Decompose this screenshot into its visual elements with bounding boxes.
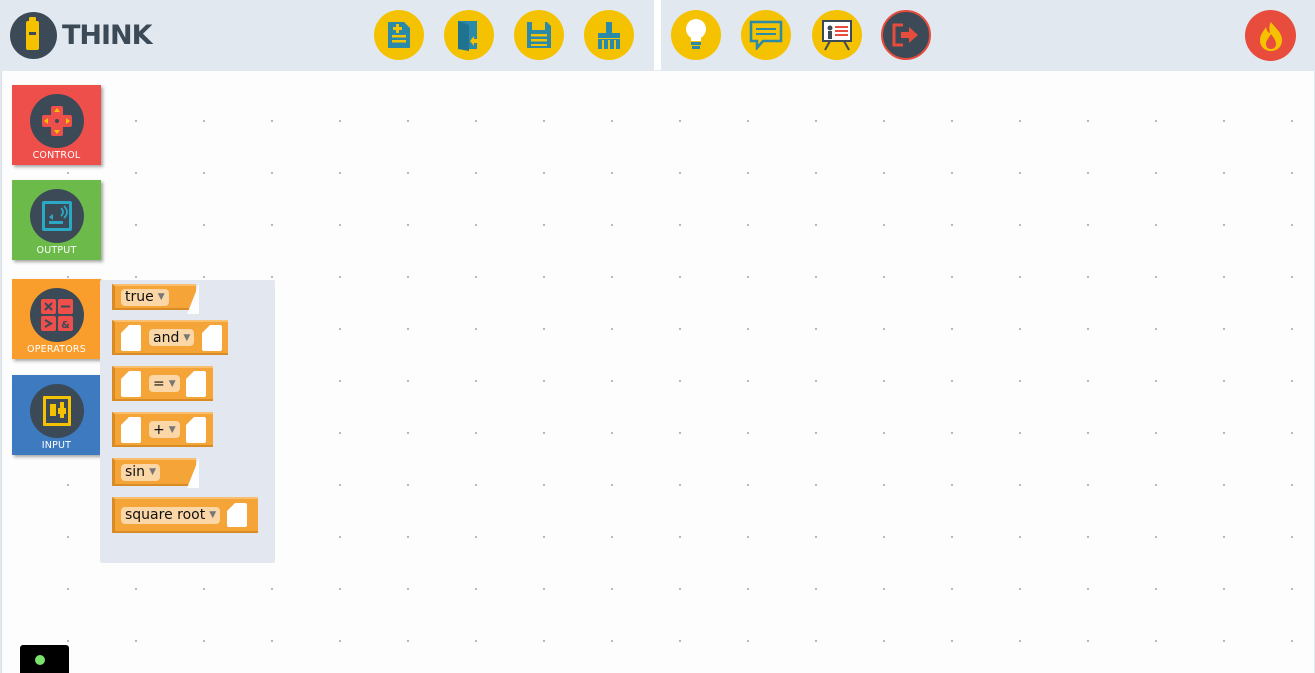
broom-icon xyxy=(598,22,620,49)
lightbulb-icon xyxy=(686,19,706,49)
status-indicator-icon xyxy=(35,655,45,665)
dropdown-arrow-icon: ▼ xyxy=(183,332,191,343)
save-icon xyxy=(527,22,551,48)
input-slot[interactable] xyxy=(185,370,206,397)
fire-button[interactable] xyxy=(1245,10,1296,61)
category-label: OPERATORS xyxy=(27,344,86,355)
open-file-button[interactable] xyxy=(444,10,494,60)
block-square-root[interactable]: square root ▼ xyxy=(112,497,258,533)
trig-fn: sin xyxy=(125,464,146,480)
input-slot[interactable] xyxy=(185,416,206,443)
input-slot[interactable] xyxy=(121,416,141,443)
dropdown-arrow-icon: ▼ xyxy=(209,510,217,520)
chat-button[interactable] xyxy=(741,10,791,60)
presentation-button[interactable] xyxy=(812,10,862,60)
math-fn: square root xyxy=(125,507,206,523)
dpad-icon xyxy=(29,94,84,148)
top-toolbar: THINK xyxy=(0,0,1315,70)
category-control[interactable]: CONTROL xyxy=(12,85,101,165)
input-slot[interactable] xyxy=(121,370,141,397)
dropdown-arrow-icon: ▼ xyxy=(168,378,176,389)
boolean-dropdown[interactable]: true ▼ xyxy=(121,288,169,306)
input-slot[interactable] xyxy=(202,324,223,351)
hint-button[interactable] xyxy=(671,10,721,60)
clear-button[interactable] xyxy=(584,10,634,60)
svg-text:&: & xyxy=(61,320,70,331)
block-logic-and[interactable]: and ▼ xyxy=(112,320,228,355)
toolbar-divider xyxy=(654,0,661,70)
app-name: THINK xyxy=(62,19,153,51)
flame-icon xyxy=(1259,21,1282,51)
operators-flyout: true ▼ and ▼ = ▼ + ▼ sin ▼ square root ▼ xyxy=(100,280,275,563)
chat-icon xyxy=(749,20,783,50)
connection-status[interactable] xyxy=(20,645,69,673)
block-compare[interactable]: = ▼ xyxy=(112,366,213,401)
think-logo-icon xyxy=(10,11,57,59)
input-icon xyxy=(29,384,84,438)
save-button[interactable] xyxy=(514,10,564,60)
input-slot[interactable] xyxy=(227,503,248,527)
category-label: INPUT xyxy=(41,440,72,451)
category-operators[interactable]: & OPERATORS xyxy=(12,279,101,359)
category-output[interactable]: OUTPUT xyxy=(12,180,101,260)
dropdown-arrow-icon: ▼ xyxy=(168,424,176,435)
arithmetic-op-dropdown[interactable]: + ▼ xyxy=(149,421,180,438)
calculator-icon: & xyxy=(29,288,84,342)
category-input[interactable]: INPUT xyxy=(12,375,101,455)
arithmetic-op: + xyxy=(153,421,165,438)
logout-button[interactable] xyxy=(881,10,931,60)
boolean-value: true xyxy=(125,289,154,305)
output-icon xyxy=(29,189,84,243)
logic-op-dropdown[interactable]: and ▼ xyxy=(149,329,195,346)
app-logo: THINK xyxy=(10,11,153,59)
block-trig[interactable]: sin ▼ xyxy=(112,458,199,488)
dropdown-arrow-icon: ▼ xyxy=(149,467,156,477)
input-slot[interactable] xyxy=(121,324,141,351)
block-arithmetic[interactable]: + ▼ xyxy=(112,412,213,447)
category-label: CONTROL xyxy=(32,150,81,161)
compare-op: = xyxy=(153,375,165,392)
open-folder-icon xyxy=(458,21,481,51)
logout-icon xyxy=(892,23,918,47)
new-file-icon xyxy=(388,22,410,48)
dropdown-arrow-icon: ▼ xyxy=(157,292,165,302)
block-boolean[interactable]: true ▼ xyxy=(112,284,199,314)
new-file-button[interactable] xyxy=(374,10,424,60)
trig-fn-dropdown[interactable]: sin ▼ xyxy=(121,463,160,481)
compare-op-dropdown[interactable]: = ▼ xyxy=(149,375,180,392)
category-label: OUTPUT xyxy=(36,245,77,256)
math-fn-dropdown[interactable]: square root ▼ xyxy=(121,506,221,524)
logic-op: and xyxy=(153,329,180,346)
presentation-icon xyxy=(822,20,852,51)
